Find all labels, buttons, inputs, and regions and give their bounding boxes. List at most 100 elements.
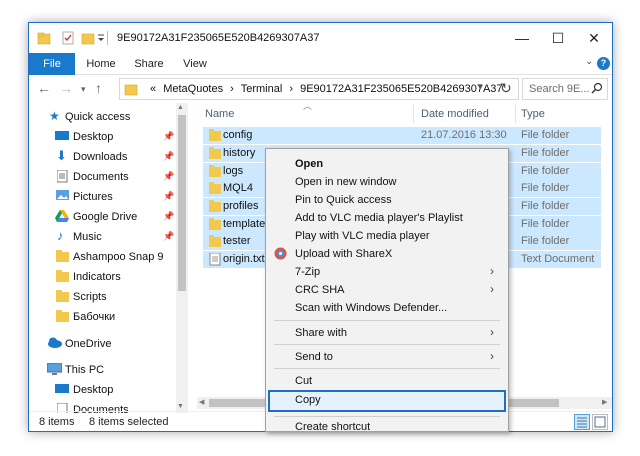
- menu-item-7zip[interactable]: 7-Zip ›: [268, 263, 506, 281]
- file-date: 21.07.2016 13:30: [421, 129, 507, 141]
- sidebar-item-indicators[interactable]: Indicators: [29, 267, 179, 287]
- sidebar-item-downloads[interactable]: ⬇ Downloads 📌: [29, 147, 179, 167]
- column-header-name[interactable]: Name: [205, 103, 234, 125]
- menu-item-crc-sha[interactable]: CRC SHA ›: [268, 281, 506, 299]
- address-dropdown-icon[interactable]: ▾: [478, 82, 483, 93]
- menu-item-share-with[interactable]: Share with ›: [268, 324, 506, 342]
- minimize-button[interactable]: —: [504, 23, 540, 53]
- breadcrumb-overflow[interactable]: «: [150, 83, 156, 95]
- file-name: templates: [223, 218, 271, 230]
- breadcrumb-current-folder[interactable]: 9E90172A31F235065E520B4269307A37: [300, 83, 502, 95]
- menu-item-label: Scan with Windows Defender...: [295, 302, 448, 314]
- column-header-type[interactable]: Type: [521, 103, 545, 125]
- sidebar-item-documents[interactable]: Documents 📌: [29, 167, 179, 187]
- sidebar-item-label: Indicators: [73, 271, 121, 283]
- customize-toolbar-icon[interactable]: [97, 31, 105, 45]
- menu-item-send-to[interactable]: Send to ›: [268, 348, 506, 366]
- sidebar-item-label: Бабочки: [73, 311, 116, 323]
- menu-item-vlc-play[interactable]: Play with VLC media player: [268, 227, 506, 245]
- help-icon[interactable]: ?: [597, 57, 610, 70]
- submenu-arrow-icon: ›: [490, 264, 494, 278]
- tab-file[interactable]: File: [29, 53, 75, 75]
- column-separator[interactable]: [515, 105, 516, 123]
- sidebar-item-this-pc[interactable]: This PC: [29, 360, 179, 380]
- breadcrumb-terminal[interactable]: Terminal: [241, 83, 283, 95]
- submenu-arrow-icon: ›: [490, 282, 494, 296]
- maximize-button[interactable]: ☐: [540, 23, 576, 53]
- expand-ribbon-icon[interactable]: ⌄: [585, 56, 593, 67]
- menu-item-open[interactable]: Open: [268, 155, 506, 173]
- file-name: logs: [223, 165, 244, 177]
- menu-item-copy[interactable]: Copy: [268, 390, 506, 412]
- sidebar-item-desktop[interactable]: Desktop 📌: [29, 127, 179, 147]
- sidebar-item-music[interactable]: ♪ Music 📌: [29, 227, 179, 247]
- music-icon: ♪: [57, 228, 64, 243]
- sidebar-item-label: Quick access: [65, 111, 131, 123]
- tab-view[interactable]: View: [177, 53, 213, 75]
- context-menu: Open Open in new window Pin to Quick acc…: [265, 148, 509, 432]
- large-icons-view-button[interactable]: [592, 414, 608, 430]
- table-row[interactable]: config 21.07.2016 13:30 File folder: [203, 127, 601, 144]
- menu-item-label: Share with: [295, 327, 347, 339]
- scroll-up-icon[interactable]: ▲: [177, 104, 184, 111]
- menu-item-label: Play with VLC media player: [295, 230, 430, 242]
- breadcrumb-metaquotes[interactable]: MetaQuotes: [163, 83, 223, 95]
- address-bar[interactable]: « MetaQuotes › Terminal › 9E90172A31F235…: [119, 78, 519, 100]
- menu-item-label: Upload with ShareX: [295, 248, 393, 260]
- breadcrumb-separator[interactable]: ›: [230, 83, 234, 95]
- menu-item-label: Copy: [295, 394, 321, 406]
- sidebar-item-quick-access[interactable]: ★ Quick access: [29, 107, 179, 127]
- back-arrow-icon[interactable]: ←: [37, 80, 51, 96]
- sidebar-item-label: Ashampoo Snap 9: [73, 251, 164, 263]
- sidebar-item-pictures[interactable]: Pictures 📌: [29, 187, 179, 207]
- menu-item-label: Pin to Quick access: [295, 194, 392, 206]
- ribbon-tabs: File Home Share View ⌄ ?: [29, 53, 612, 75]
- menu-item-windows-defender[interactable]: Scan with Windows Defender...: [268, 299, 506, 317]
- menu-item-label: 7-Zip: [295, 266, 321, 278]
- menu-item-pin-quick-access[interactable]: Pin to Quick access: [268, 191, 506, 209]
- breadcrumb[interactable]: « MetaQuotes › Terminal › 9E90172A31F235…: [150, 83, 507, 95]
- details-view-button[interactable]: [574, 414, 590, 430]
- folder-icon: [209, 165, 221, 177]
- sidebar-item-babochki[interactable]: Бабочки: [29, 307, 179, 327]
- new-folder-icon[interactable]: [81, 31, 95, 45]
- refresh-icon[interactable]: ↻: [500, 80, 512, 97]
- file-type: File folder: [521, 182, 570, 194]
- forward-arrow-icon[interactable]: →: [59, 80, 73, 96]
- file-name: config: [223, 129, 253, 141]
- tab-home[interactable]: Home: [81, 53, 121, 75]
- tab-share[interactable]: Share: [129, 53, 169, 75]
- folder-icon: [209, 218, 221, 230]
- search-box[interactable]: Search 9E...: [522, 78, 608, 100]
- scroll-down-icon[interactable]: ▼: [177, 403, 184, 410]
- recent-locations-icon[interactable]: ▾: [81, 84, 86, 95]
- breadcrumb-separator[interactable]: ›: [289, 83, 293, 95]
- scroll-right-icon[interactable]: ▶: [602, 398, 607, 406]
- up-arrow-icon[interactable]: ↑: [95, 80, 102, 96]
- sidebar-item-google-drive[interactable]: Google Drive 📌: [29, 207, 179, 227]
- sidebar-item-label: This PC: [65, 364, 105, 376]
- column-header-date[interactable]: Date modified: [421, 103, 489, 125]
- menu-item-create-shortcut[interactable]: Create shortcut: [268, 418, 506, 431]
- menu-item-open-new-window[interactable]: Open in new window: [268, 173, 506, 191]
- scroll-left-icon[interactable]: ◀: [199, 398, 204, 406]
- properties-icon[interactable]: [61, 31, 75, 45]
- sidebar-item-label: Scripts: [73, 291, 107, 303]
- file-type: File folder: [521, 235, 570, 247]
- search-placeholder: Search 9E...: [529, 83, 590, 95]
- menu-item-cut[interactable]: Cut: [268, 372, 506, 390]
- nav-scrollbar-thumb[interactable]: [178, 115, 186, 291]
- nav-scrollbar[interactable]: ▲ ▼: [176, 103, 188, 413]
- sidebar-item-scripts[interactable]: Scripts: [29, 287, 179, 307]
- computer-icon: [47, 363, 62, 375]
- sidebar-item-ashampoo-snap[interactable]: Ashampoo Snap 9: [29, 247, 179, 267]
- title-bar: 9E90172A31F235065E520B4269307A37 — ☐ ✕: [29, 23, 612, 53]
- column-separator[interactable]: [413, 105, 414, 123]
- close-button[interactable]: ✕: [576, 23, 612, 53]
- sidebar-item-pc-desktop[interactable]: Desktop: [29, 380, 179, 400]
- sidebar-item-onedrive[interactable]: OneDrive: [29, 334, 179, 354]
- menu-item-label: Open in new window: [295, 176, 397, 188]
- menu-separator: [274, 416, 500, 417]
- menu-item-vlc-playlist[interactable]: Add to VLC media player's Playlist: [268, 209, 506, 227]
- menu-item-sharex-upload[interactable]: Upload with ShareX: [268, 245, 506, 263]
